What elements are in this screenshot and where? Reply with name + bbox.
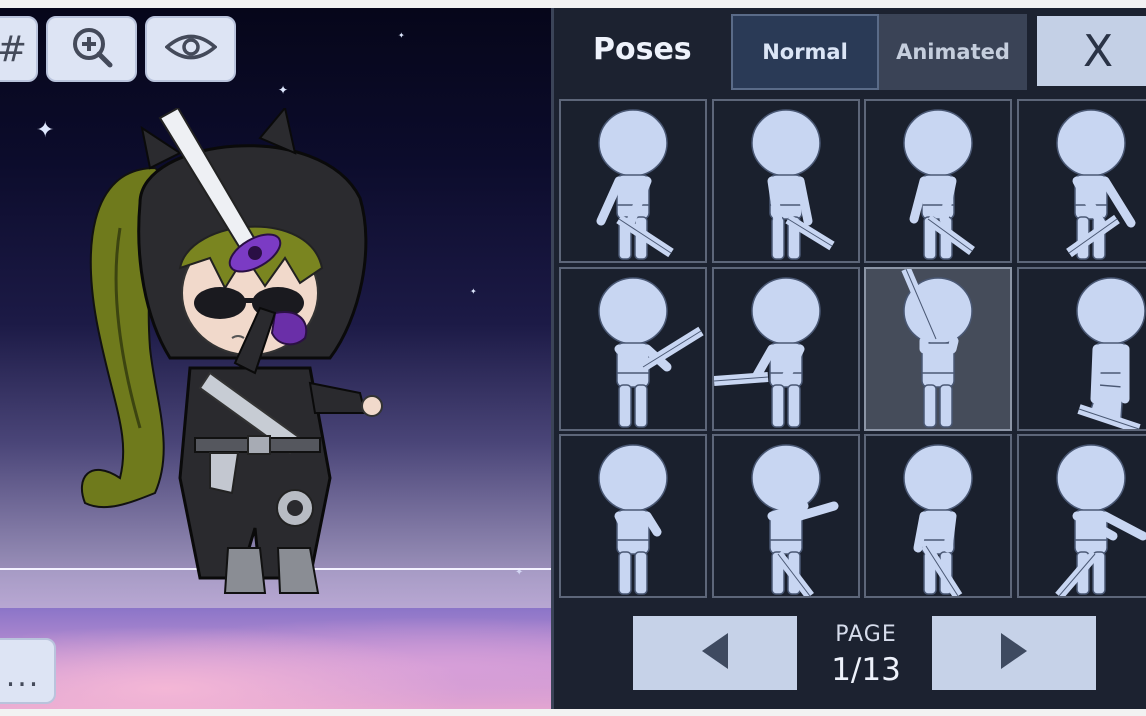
pose-figure-icon [750,109,835,260]
pose-figure-icon [598,444,668,595]
pose-figure-icon [1075,276,1146,429]
pose-thumbnail[interactable] [864,434,1012,598]
pose-figure-icon [713,276,821,428]
pose-figure-icon [903,444,973,596]
star-decoration: ✦ [36,118,55,143]
close-button[interactable]: X [1037,16,1146,86]
hash-label: # [0,29,27,70]
star-decoration: ✦ [470,287,477,296]
page-label: PAGE [835,622,897,647]
next-page-button[interactable] [932,616,1096,690]
page-number: 1/13 [831,652,901,688]
pose-figure-icon [1054,444,1146,596]
pose-figure-icon [903,109,975,260]
gacha-character[interactable] [60,105,400,598]
panel-title: Poses [593,32,692,67]
visibility-button[interactable] [145,16,236,82]
tab-normal[interactable]: Normal [731,14,879,90]
star-decoration: ✦ [278,83,289,97]
pose-figure-icon [901,268,973,428]
pose-thumbnail[interactable] [864,266,1012,431]
zoom-button[interactable] [46,16,137,82]
background-clouds [0,608,551,709]
pose-thumbnail[interactable] [711,99,860,263]
more-options-button[interactable]: ... [0,638,56,704]
pose-thumbnail[interactable] [1016,434,1146,598]
previous-page-button[interactable] [633,616,797,690]
character-stage[interactable]: ✦ ✦ ✦ ✦ ✦ ✦ # ... [0,8,551,709]
poses-panel: Poses Normal Animated X PAGE 1/13 [551,8,1146,709]
pose-thumbnail[interactable] [1016,99,1146,263]
pose-thumbnail[interactable] [864,99,1012,263]
more-label: ... [5,659,41,694]
pose-thumbnail[interactable] [1016,266,1146,431]
left-arrow-icon [698,631,732,675]
close-icon: X [1083,25,1114,77]
pose-thumbnail[interactable] [559,266,707,431]
pose-figure-icon [750,444,838,596]
tab-animated[interactable]: Animated [879,14,1027,90]
zoom-in-icon [70,25,114,73]
tab-animated-label: Animated [896,40,1010,64]
pose-thumbnail[interactable] [711,434,860,598]
pose-thumbnail[interactable] [559,434,707,598]
right-arrow-icon [997,631,1031,675]
pose-thumbnail[interactable] [559,99,707,263]
pose-figure-icon [596,109,674,260]
hash-button[interactable]: # [0,16,38,82]
pose-thumbnail[interactable] [711,266,860,431]
tab-normal-label: Normal [762,40,848,64]
eye-icon [163,32,218,66]
panel-divider [551,8,554,709]
pose-figure-icon [1055,109,1135,260]
pose-figure-icon [598,276,704,428]
star-decoration: ✦ [398,31,405,40]
